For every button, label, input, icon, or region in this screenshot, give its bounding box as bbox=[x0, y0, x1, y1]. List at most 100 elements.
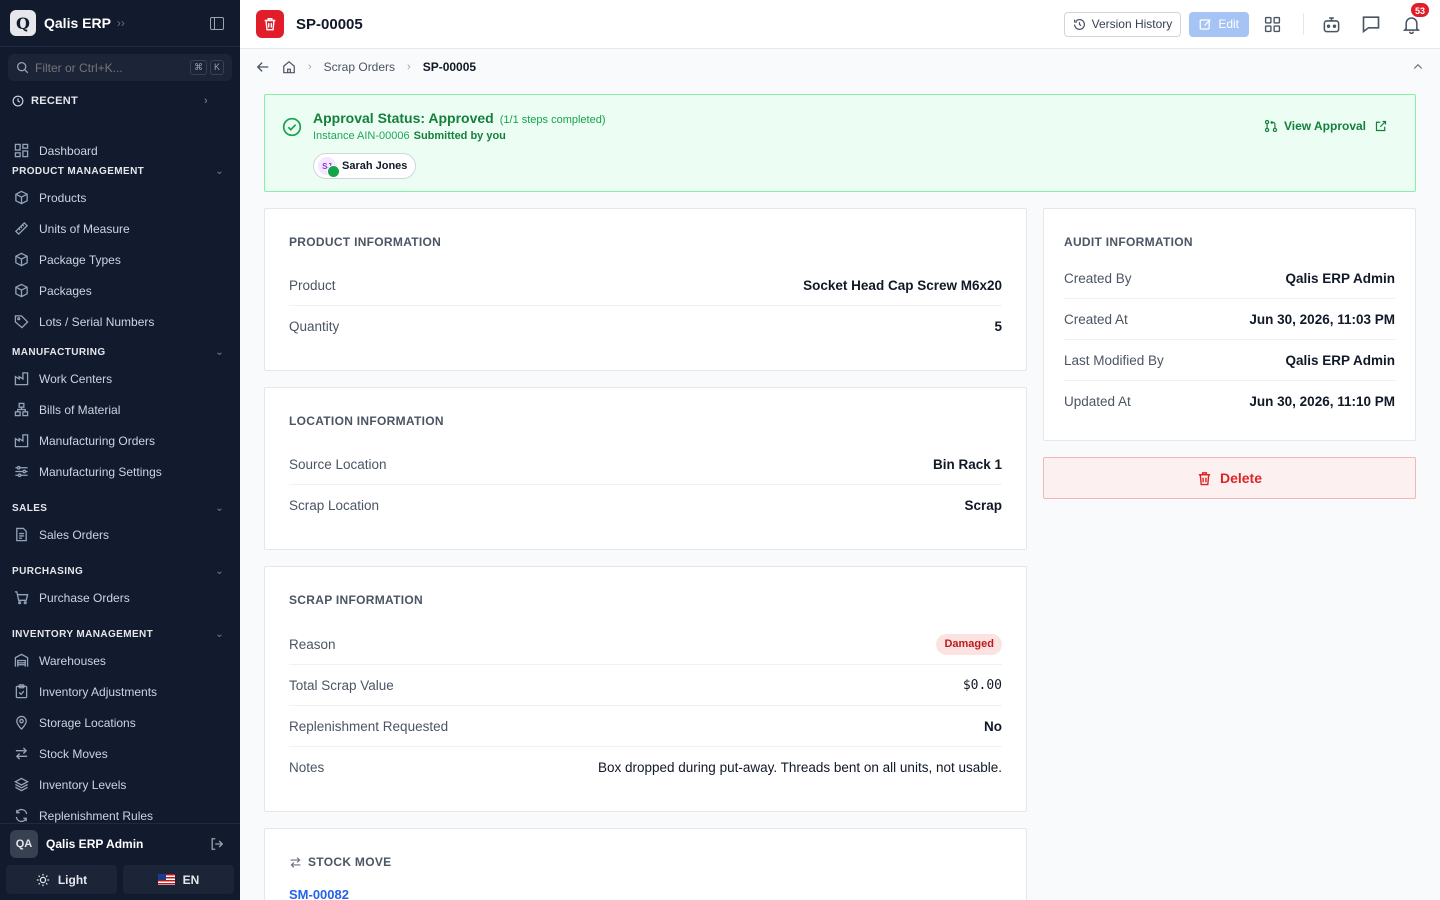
sidebar-item-work-centers[interactable]: Work Centers bbox=[0, 363, 240, 394]
sidebar-item-storage-locations[interactable]: Storage Locations bbox=[0, 707, 240, 738]
refresh-icon bbox=[15, 808, 28, 823]
detail-row-quantity: Quantity 5 bbox=[289, 306, 1002, 347]
edit-icon bbox=[1199, 18, 1212, 30]
chevron-up-icon[interactable] bbox=[1412, 61, 1424, 73]
row-value: $0.00 bbox=[962, 677, 1002, 693]
sidebar-item-lots-serial-numbers[interactable]: Lots / Serial Numbers bbox=[0, 306, 240, 337]
location-information-card: LOCATION INFORMATION Source Location Bin … bbox=[264, 387, 1027, 550]
language-select-button[interactable]: EN bbox=[123, 865, 234, 894]
recent-label: RECENT bbox=[31, 95, 79, 107]
sidebar-item-packages[interactable]: Packages bbox=[0, 275, 240, 306]
section-label: MANUFACTURING bbox=[12, 346, 106, 358]
app-logo[interactable]: Q bbox=[10, 10, 36, 36]
sidebar-item-manufacturing-orders[interactable]: Manufacturing Orders bbox=[0, 425, 240, 456]
stock-move-link[interactable]: SM-00082 bbox=[289, 887, 349, 900]
check-circle-icon bbox=[282, 117, 302, 137]
row-value: No bbox=[984, 718, 1002, 734]
notifications-bell-icon[interactable]: 53 bbox=[1398, 2, 1430, 37]
row-value: Box dropped during put-away. Threads ben… bbox=[597, 760, 1002, 775]
factory-icon bbox=[14, 372, 29, 386]
history-icon bbox=[1073, 18, 1085, 30]
sidebar-item-inventory-adjustments[interactable]: Inventory Adjustments bbox=[0, 676, 240, 707]
approval-status-text: Approval Status: Approved bbox=[313, 110, 494, 126]
section-label: PURCHASING bbox=[12, 565, 84, 577]
sidebar-item-units-of-measure[interactable]: Units of Measure bbox=[0, 213, 240, 244]
apps-grid-icon[interactable] bbox=[1259, 11, 1285, 37]
section-manufacturing[interactable]: MANUFACTURING ⌄ bbox=[0, 341, 240, 363]
home-icon[interactable] bbox=[282, 60, 296, 74]
edit-button[interactable]: Edit bbox=[1189, 11, 1249, 37]
detail-row-updated-at: Updated At Jun 30, 2026, 11:10 PM bbox=[1064, 381, 1395, 422]
kbd-cmd: ⌘ bbox=[189, 60, 207, 75]
hierarchy-icon bbox=[14, 402, 29, 417]
chevron-down-icon: ⌄ bbox=[215, 565, 224, 577]
row-label: Product bbox=[289, 277, 336, 293]
row-label: Reason bbox=[289, 636, 336, 652]
theme-toggle-button[interactable]: Light bbox=[6, 865, 117, 894]
status-badge: Damaged bbox=[936, 633, 1002, 655]
avatar[interactable]: QA bbox=[10, 830, 38, 858]
back-arrow-icon[interactable] bbox=[256, 60, 270, 74]
us-flag-icon bbox=[157, 874, 175, 885]
warehouse-icon bbox=[14, 653, 29, 667]
row-value: Bin Rack 1 bbox=[932, 456, 1002, 472]
chevron-right-icon[interactable]: ›› bbox=[117, 16, 125, 30]
sidebar-item-products[interactable]: Products bbox=[0, 182, 240, 213]
trash-icon bbox=[256, 10, 284, 38]
dashboard-icon bbox=[14, 143, 29, 158]
bot-icon[interactable] bbox=[1318, 11, 1344, 37]
sidebar: Q Qalis ERP ›› ⌘K RECENT › Dashboard PRO… bbox=[0, 0, 240, 900]
user-profile[interactable]: QA Qalis ERP Admin bbox=[0, 827, 240, 861]
git-pull-request-icon bbox=[1264, 119, 1278, 133]
approval-submitted: Submitted by you bbox=[413, 130, 506, 142]
row-value: Qalis ERP Admin bbox=[1285, 352, 1395, 368]
kbd-k: K bbox=[209, 60, 224, 75]
section-product-management[interactable]: PRODUCT MANAGEMENT ⌄ bbox=[0, 160, 240, 182]
row-label: Replenishment Requested bbox=[289, 718, 449, 734]
sidebar-item-label: Inventory Levels bbox=[39, 777, 127, 792]
row-value: Socket Head Cap Screw M6x20 bbox=[803, 277, 1002, 293]
sidebar-item-label: Package Types bbox=[39, 252, 121, 267]
sidebar-item-warehouses[interactable]: Warehouses bbox=[0, 645, 240, 676]
sidebar-item-purchase-orders[interactable]: Purchase Orders bbox=[0, 582, 240, 613]
section-sales[interactable]: SALES ⌄ bbox=[0, 497, 240, 519]
approver-name: Sarah Jones bbox=[342, 160, 408, 172]
chevron-down-icon: ⌄ bbox=[215, 502, 224, 514]
detail-row-total-scrap-value: Total Scrap Value $0.00 bbox=[289, 665, 1002, 706]
view-approval-label: View Approval bbox=[1283, 119, 1366, 133]
app-name[interactable]: Qalis ERP bbox=[44, 15, 111, 31]
sidebar-item-stock-moves[interactable]: Stock Moves bbox=[0, 738, 240, 769]
box-icon bbox=[15, 190, 28, 205]
sidebar-item-sales-orders[interactable]: Sales Orders bbox=[0, 519, 240, 550]
delete-button[interactable]: Delete bbox=[1043, 457, 1416, 499]
sidebar-item-bills-of-material[interactable]: Bills of Material bbox=[0, 394, 240, 425]
breadcrumb-scrap-orders[interactable]: Scrap Orders bbox=[324, 60, 395, 74]
version-history-button[interactable]: Version History bbox=[1063, 11, 1182, 37]
approver-chip[interactable]: SJ Sarah Jones bbox=[313, 153, 417, 179]
detail-row-scrap-location: Scrap Location Scrap bbox=[289, 485, 1002, 526]
chat-icon[interactable] bbox=[1358, 11, 1384, 37]
detail-row-reason: Reason Damaged bbox=[289, 624, 1002, 665]
sidebar-collapse-icon[interactable] bbox=[210, 16, 224, 30]
sidebar-item-label: Purchase Orders bbox=[39, 590, 130, 605]
page-title: SP-00005 bbox=[296, 15, 363, 33]
detail-row-product: Product Socket Head Cap Screw M6x20 bbox=[289, 265, 1002, 306]
chevron-right-icon: › bbox=[204, 95, 208, 107]
sidebar-search[interactable]: ⌘K bbox=[8, 54, 232, 81]
sidebar-item-package-types[interactable]: Package Types bbox=[0, 244, 240, 275]
sidebar-item-inventory-levels[interactable]: Inventory Levels bbox=[0, 769, 240, 800]
map-pin-icon bbox=[16, 715, 27, 730]
sidebar-item-manufacturing-settings[interactable]: Manufacturing Settings bbox=[0, 456, 240, 487]
row-value: Scrap bbox=[964, 498, 1002, 513]
section-label: INVENTORY MANAGEMENT bbox=[12, 628, 154, 640]
section-inventory-management[interactable]: INVENTORY MANAGEMENT ⌄ bbox=[0, 623, 240, 645]
breadcrumb-separator: › bbox=[407, 61, 411, 73]
sidebar-footer: QA Qalis ERP Admin Light EN bbox=[0, 823, 240, 900]
section-purchasing[interactable]: PURCHASING ⌄ bbox=[0, 560, 240, 582]
search-input[interactable] bbox=[35, 60, 165, 75]
view-approval-link[interactable]: View Approval bbox=[1264, 119, 1387, 133]
logout-icon[interactable] bbox=[210, 837, 224, 851]
sidebar-item-label: Inventory Adjustments bbox=[39, 684, 158, 699]
detail-row-replenishment-requested: Replenishment Requested No bbox=[289, 706, 1002, 747]
recent-toggle[interactable]: RECENT › bbox=[0, 88, 240, 114]
